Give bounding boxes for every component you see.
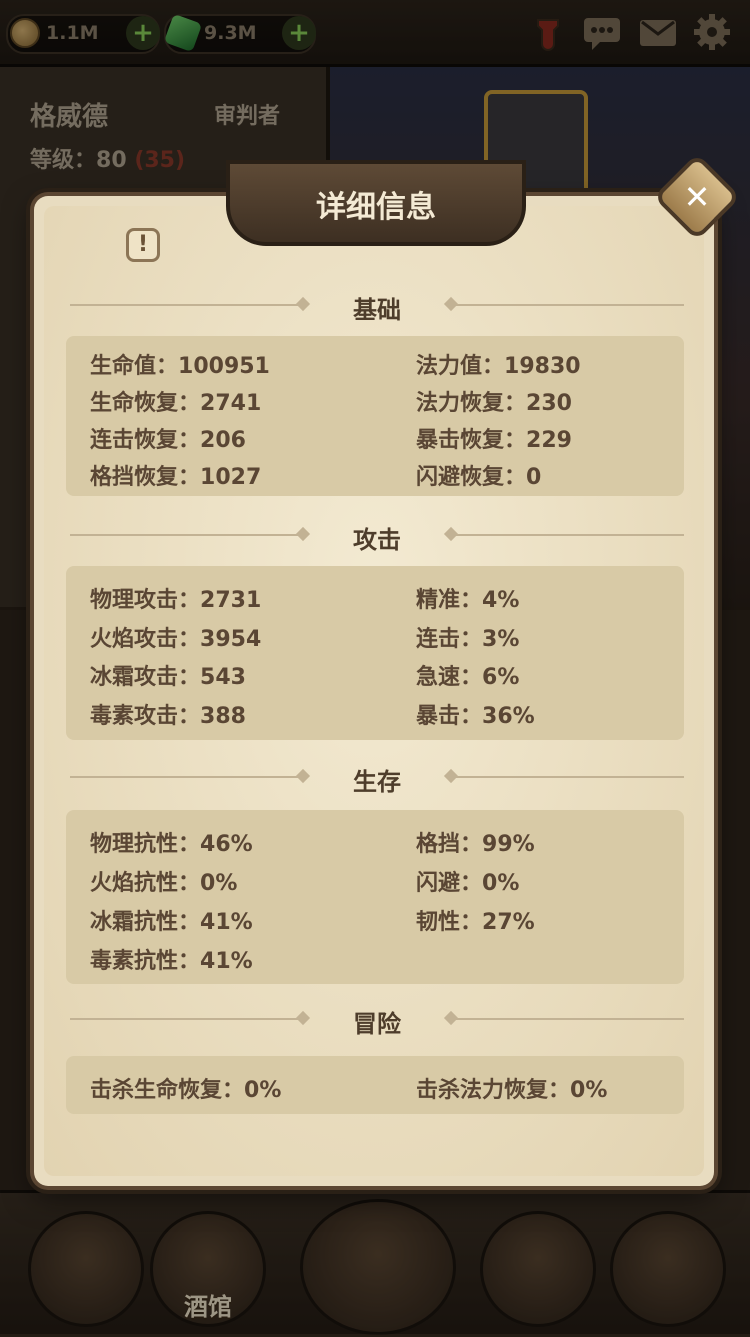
stat-label: 火焰攻击： bbox=[90, 626, 201, 652]
stat-label: 格挡恢复： bbox=[90, 465, 201, 490]
dialog-title: 详细信息 bbox=[316, 190, 436, 225]
stat-label: 击杀法力恢复： bbox=[416, 1078, 571, 1103]
section-header-attack: 攻击 bbox=[70, 520, 684, 554]
stat-value: 206 bbox=[200, 428, 246, 453]
stat-value: 46% bbox=[200, 832, 253, 857]
stat-value: 543 bbox=[200, 665, 246, 690]
section-title-adventure: 冒险 bbox=[353, 1010, 401, 1038]
stat-row: 精准：4% bbox=[416, 582, 519, 614]
stat-row: 火焰抗性：0% bbox=[90, 865, 237, 897]
stat-value: 2731 bbox=[200, 588, 262, 613]
stat-value: 229 bbox=[526, 428, 572, 453]
stat-value: 4% bbox=[482, 588, 520, 613]
stat-row: 物理抗性：46% bbox=[90, 826, 253, 858]
stat-label: 韧性： bbox=[416, 910, 483, 935]
stat-label: 格挡： bbox=[416, 832, 483, 857]
stat-label: 法力值： bbox=[416, 354, 505, 379]
section-title-basic: 基础 bbox=[353, 296, 401, 324]
stat-label: 击杀生命恢复： bbox=[90, 1078, 245, 1103]
stat-label: 暴击恢复： bbox=[416, 428, 527, 453]
stat-row: 毒素攻击：388 bbox=[90, 698, 246, 730]
stat-value: 41% bbox=[200, 910, 253, 935]
info-icon[interactable]: ! bbox=[126, 228, 160, 262]
stat-value: 2741 bbox=[200, 391, 262, 416]
section-header-adventure: 冒险 bbox=[70, 1004, 684, 1038]
stat-row: 暴击恢复：229 bbox=[416, 422, 572, 454]
stat-row: 火焰攻击：3954 bbox=[90, 621, 261, 653]
stat-value: 6% bbox=[482, 665, 520, 690]
dialog-title-plate: 详细信息 bbox=[226, 160, 526, 246]
stat-label: 生命恢复： bbox=[90, 391, 201, 416]
stat-label: 毒素抗性： bbox=[90, 949, 201, 974]
stat-label: 火焰抗性： bbox=[90, 871, 201, 896]
stat-value: 1027 bbox=[200, 465, 262, 490]
stat-row: 生命恢复：2741 bbox=[90, 385, 261, 417]
section-title-attack: 攻击 bbox=[353, 526, 401, 554]
stat-value: 0% bbox=[200, 871, 238, 896]
stat-row: 生命值：100951 bbox=[90, 348, 270, 380]
stat-value: 36% bbox=[482, 703, 535, 729]
stat-label: 冰霜攻击： bbox=[90, 665, 201, 690]
stat-row: 法力值：19830 bbox=[416, 348, 581, 380]
divider-line bbox=[454, 534, 684, 536]
stat-value: 41% bbox=[200, 949, 253, 974]
stat-row: 闪避恢复：0 bbox=[416, 459, 541, 491]
stat-label: 闪避： bbox=[416, 871, 483, 896]
stat-label: 法力恢复： bbox=[416, 391, 527, 416]
stat-value: 0% bbox=[570, 1078, 608, 1103]
stat-row: 急速：6% bbox=[416, 659, 519, 691]
stat-value: 100951 bbox=[178, 354, 270, 379]
stat-row: 击杀法力恢复：0% bbox=[416, 1072, 607, 1104]
stat-value: 0 bbox=[526, 465, 542, 490]
stat-value: 0% bbox=[482, 871, 520, 896]
divider-line bbox=[454, 776, 684, 778]
stat-row: 击杀生命恢复：0% bbox=[90, 1072, 281, 1104]
stat-row: 连击恢复：206 bbox=[90, 422, 246, 454]
stat-value: 388 bbox=[200, 703, 246, 729]
stat-label: 闪避恢复： bbox=[416, 465, 527, 490]
stat-row: 冰霜攻击：543 bbox=[90, 659, 246, 691]
stat-row: 毒素抗性：41% bbox=[90, 943, 253, 975]
stat-value: 19830 bbox=[504, 354, 581, 379]
stat-label: 物理攻击： bbox=[90, 588, 201, 613]
stat-row: 格挡：99% bbox=[416, 826, 535, 858]
stat-label: 精准： bbox=[416, 588, 483, 613]
stat-row: 闪避：0% bbox=[416, 865, 519, 897]
stat-value: 0% bbox=[244, 1078, 282, 1103]
section-title-survival: 生存 bbox=[353, 768, 401, 796]
stat-label: 急速： bbox=[416, 665, 483, 690]
stat-label: 暴击： bbox=[416, 703, 483, 729]
stat-label: 毒素攻击： bbox=[90, 703, 201, 729]
stat-row: 格挡恢复：1027 bbox=[90, 459, 261, 491]
stat-row: 冰霜抗性：41% bbox=[90, 904, 253, 936]
stat-row: 暴击：36% bbox=[416, 698, 535, 730]
stat-label: 连击恢复： bbox=[90, 428, 201, 453]
section-header-basic: 基础 bbox=[70, 290, 684, 324]
divider-line bbox=[454, 304, 684, 306]
stat-value: 27% bbox=[482, 910, 535, 935]
stat-row: 物理攻击：2731 bbox=[90, 582, 261, 614]
stat-row: 法力恢复：230 bbox=[416, 385, 572, 417]
stat-value: 230 bbox=[526, 391, 572, 416]
stat-label: 物理抗性： bbox=[90, 832, 201, 857]
stat-value: 3954 bbox=[200, 626, 262, 652]
stat-value: 99% bbox=[482, 832, 535, 857]
stat-label: 连击： bbox=[416, 626, 483, 652]
stat-row: 韧性：27% bbox=[416, 904, 535, 936]
close-icon[interactable]: ✕ bbox=[666, 166, 728, 228]
section-header-survival: 生存 bbox=[70, 762, 684, 796]
divider-line bbox=[454, 1018, 684, 1020]
stat-label: 生命值： bbox=[90, 354, 179, 379]
stat-row: 连击：3% bbox=[416, 621, 519, 653]
stat-label: 冰霜抗性： bbox=[90, 910, 201, 935]
stat-value: 3% bbox=[482, 626, 520, 652]
